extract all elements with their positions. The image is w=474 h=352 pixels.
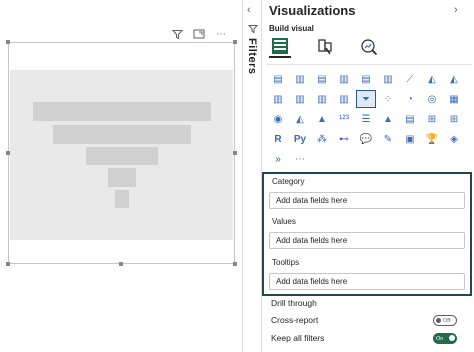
stacked-column-chart-icon[interactable]: ▥ [290, 70, 310, 88]
resize-handle-top-right[interactable] [233, 40, 237, 44]
donut-chart-icon[interactable]: ◎ [422, 90, 442, 108]
analytics-tab[interactable] [358, 36, 380, 58]
analytics-magnifier-icon [361, 39, 378, 56]
expand-filters-chevron-icon[interactable]: ‹ [247, 4, 251, 16]
values-drop-field[interactable]: Add data fields here [269, 232, 465, 249]
clustered-column-chart-icon[interactable]: ▥ [334, 70, 354, 88]
line-and-clustered-column-chart-icon[interactable]: ▥ [290, 90, 310, 108]
filled-map-icon[interactable]: ◭ [290, 110, 310, 128]
map-icon[interactable]: ◉ [268, 110, 288, 128]
funnel-stage-2[interactable] [53, 125, 191, 144]
tooltips-drop-field[interactable]: Add data fields here [269, 273, 465, 290]
slicer-icon[interactable]: ▤ [400, 110, 420, 128]
more-options-icon[interactable]: ⋯ [214, 27, 228, 41]
funnel-stage-1[interactable] [33, 102, 211, 121]
cross-report-label: Cross-report [271, 315, 319, 325]
line-chart-icon[interactable]: ⟋ [400, 70, 420, 88]
funnel-chart-area[interactable] [10, 70, 233, 240]
toggle-knob [436, 318, 441, 323]
filter-icon[interactable] [170, 27, 184, 41]
cross-report-toggle[interactable]: Off [433, 315, 457, 326]
filters-pane-label[interactable]: Filters [246, 38, 258, 75]
stacked-area-chart-icon[interactable]: ◭ [444, 70, 464, 88]
resize-handle-top-left[interactable] [6, 40, 10, 44]
clustered-bar-chart-icon[interactable]: ▤ [312, 70, 332, 88]
drill-through-heading: Drill through [271, 298, 317, 308]
100-stacked-column-chart-icon[interactable]: ▥ [378, 70, 398, 88]
visual-type-gallery: ▤ ▥ ▤ ▥ ▤ ▥ ⟋ ◭ ◭ ▥ ▥ ▥ ▥ ⏷ ⁘ ◔ ◎ ▦ ◉ ◭ ▲ ¹²³ ☰ ▲ ▤ ⊞ ⊞ R Py ⁂ ⊷ 💬 ✎ ▣ 🏆 ◈»… [268, 70, 474, 170]
cross-report-state: Off [443, 317, 451, 324]
keep-all-filters-label: Keep all filters [271, 333, 325, 343]
keep-all-filters-toggle[interactable]: On [433, 333, 457, 344]
format-paintbrush-icon [318, 39, 332, 55]
area-chart-icon[interactable]: ◭ [422, 70, 442, 88]
filter-icon [247, 24, 259, 37]
kpi-icon[interactable]: ▲ [378, 110, 398, 128]
decomposition-tree-icon[interactable]: ⊷ [334, 130, 354, 148]
field-wells: Category Add data fields here Values Add… [262, 172, 472, 296]
funnel-chart-icon[interactable]: ⏷ [356, 90, 376, 108]
category-drop-field[interactable]: Add data fields here [269, 192, 465, 209]
azure-map-icon[interactable]: ▲ [312, 110, 332, 128]
divider [267, 64, 472, 65]
build-visual-fields-tab[interactable] [269, 36, 291, 58]
line-and-stacked-column-chart-icon[interactable]: ▥ [268, 90, 288, 108]
visualizations-title: Visualizations [269, 3, 356, 18]
card-icon[interactable]: ¹²³ [334, 110, 354, 128]
key-influencers-icon[interactable]: ⁂ [312, 130, 332, 148]
more-visuals-icon[interactable]: ⋯ [290, 150, 310, 168]
tooltips-well-label: Tooltips [272, 258, 300, 267]
resize-handle-right[interactable] [233, 151, 237, 155]
category-well-label: Category [272, 177, 305, 186]
resize-handle-bottom-right[interactable] [233, 262, 237, 266]
ribbon-chart-icon[interactable]: ▥ [312, 90, 332, 108]
100-stacked-bar-chart-icon[interactable]: ▤ [356, 70, 376, 88]
python-visual-icon[interactable]: Py [290, 130, 310, 148]
visual-header-toolbar: ⋯ [170, 27, 234, 41]
resize-handle-bottom[interactable] [119, 262, 123, 266]
fields-well-icon [272, 38, 288, 54]
smart-narrative-icon[interactable]: ✎ [378, 130, 398, 148]
focus-mode-icon[interactable] [192, 27, 206, 41]
scatter-chart-icon[interactable]: ⁘ [378, 90, 398, 108]
waterfall-chart-icon[interactable]: ▥ [334, 90, 354, 108]
paginated-report-icon[interactable]: ▣ [400, 130, 420, 148]
power-automate-icon[interactable]: » [268, 150, 288, 168]
filters-pane-collapsed[interactable]: ‹ Filters [242, 0, 262, 352]
funnel-stage-3[interactable] [86, 147, 158, 165]
power-bi-report-editor: ⋯ ‹ Filters Visualizations › Build visua… [0, 0, 474, 352]
format-visual-tab[interactable] [314, 36, 336, 58]
report-canvas[interactable]: ⋯ [0, 0, 242, 352]
values-well-label: Values [272, 217, 296, 226]
funnel-stage-5[interactable] [115, 190, 129, 208]
multi-row-card-icon[interactable]: ☰ [356, 110, 376, 128]
goals-icon[interactable]: 🏆 [422, 130, 442, 148]
matrix-icon[interactable]: ⊞ [444, 110, 464, 128]
pie-chart-icon[interactable]: ◔ [400, 90, 420, 108]
keep-all-filters-state: On [436, 335, 444, 342]
r-script-visual-icon[interactable]: R [268, 130, 288, 148]
resize-handle-bottom-left[interactable] [6, 262, 10, 266]
treemap-icon[interactable]: ▦ [444, 90, 464, 108]
stacked-bar-chart-icon[interactable]: ▤ [268, 70, 288, 88]
qa-visual-icon[interactable]: 💬 [356, 130, 376, 148]
power-apps-icon[interactable]: ◈ [444, 130, 464, 148]
collapse-visualizations-chevron-icon[interactable]: › [454, 4, 458, 16]
table-icon[interactable]: ⊞ [422, 110, 442, 128]
funnel-stage-4[interactable] [108, 168, 136, 187]
build-visual-label: Build visual [269, 24, 314, 33]
toggle-knob [449, 335, 455, 341]
